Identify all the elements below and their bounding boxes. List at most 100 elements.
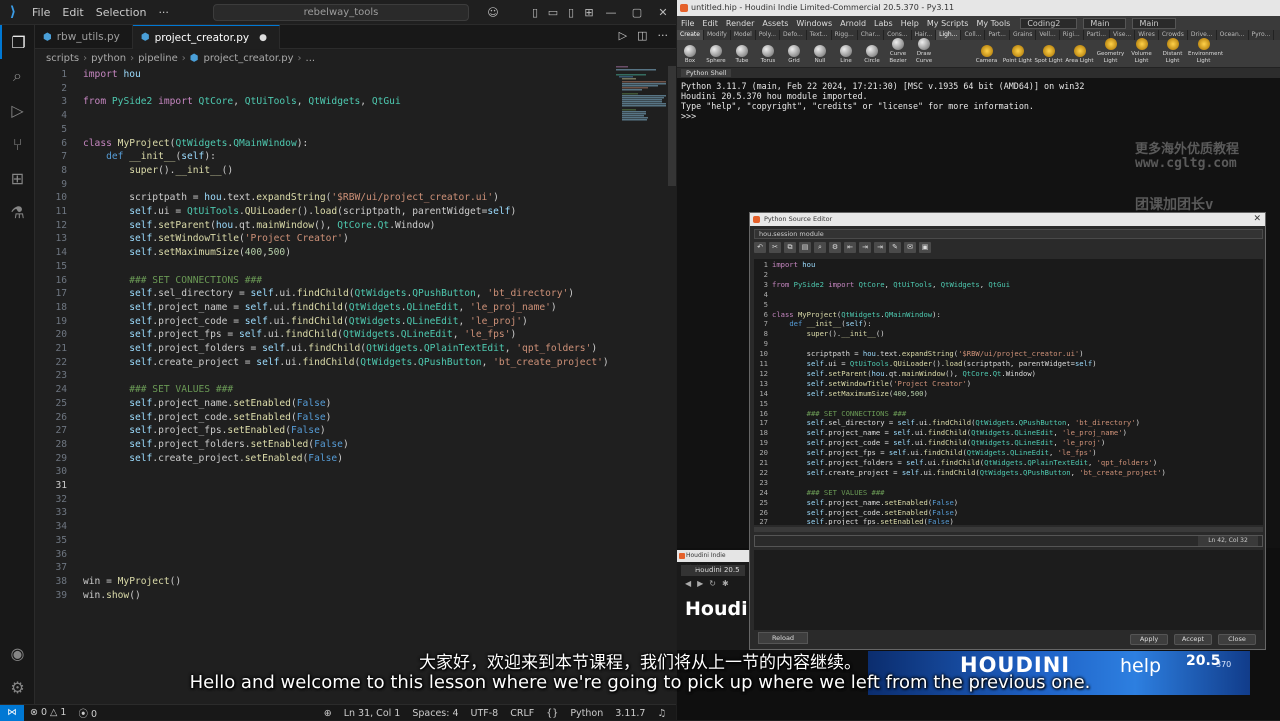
pse-toolbar-icon[interactable]: ⚙ <box>829 242 841 253</box>
code-line[interactable]: self.ui = QtUiTools.QUiLoader().load(scr… <box>83 205 516 219</box>
shelf-tab[interactable]: Text... <box>807 30 832 40</box>
shelf-tool[interactable]: Area Light <box>1064 45 1095 67</box>
shelf-tool[interactable]: Line <box>833 45 859 67</box>
problems-indicator[interactable]: ⊗ 0 △ 1 <box>24 707 72 718</box>
code-line[interactable]: self.setParent(hou.qt.mainWindow(), QtCo… <box>83 219 435 233</box>
more-actions-icon[interactable]: ··· <box>658 29 669 42</box>
shelf-tool[interactable]: Box <box>677 45 703 67</box>
scrollbar-thumb[interactable] <box>668 66 676 186</box>
pse-code-line[interactable]: ### SET VALUES ### <box>772 488 885 498</box>
ports-indicator[interactable]: ⦿ 0 <box>72 706 103 720</box>
code-line[interactable]: self.project_code.setEnabled(False) <box>83 411 331 425</box>
h-menu-labs[interactable]: Labs <box>870 19 897 28</box>
pse-code-line[interactable]: class MyProject(QtWidgets.QMainWindow): <box>772 310 941 320</box>
pse-code-line[interactable]: self.project_code.setEnabled(False) <box>772 508 958 518</box>
pse-code-area[interactable]: 1 import hou 2 3 from PySide2 import QtCore,… <box>754 259 1263 525</box>
module-selector[interactable]: hou.session module <box>754 229 1263 239</box>
code-line[interactable]: self.project_fps = self.ui.findChild(QtW… <box>83 328 516 342</box>
breadcrumb-item[interactable]: ... <box>306 53 316 64</box>
shelf-tool[interactable]: Environment Light <box>1188 38 1223 67</box>
pse-code-line[interactable]: self.create_project = self.ui.findChild(… <box>772 468 1166 478</box>
code-line[interactable]: self.project_name = self.ui.findChild(Qt… <box>83 301 556 315</box>
shelf-tool[interactable]: Spot Light <box>1033 45 1064 67</box>
code-line[interactable]: import hou <box>83 68 141 82</box>
code-line[interactable]: super().__init__() <box>83 164 233 178</box>
notifications-bell-icon[interactable]: ♫ <box>651 708 672 719</box>
pse-code-line[interactable]: self.ui = QtUiTools.QUiLoader().load(scr… <box>772 359 1097 369</box>
pse-toolbar-icon[interactable]: ✎ <box>889 242 901 253</box>
code-line[interactable]: scriptpath = hou.text.expandString('$RBW… <box>83 191 499 205</box>
code-line[interactable]: self.create_project = self.ui.findChild(… <box>83 356 608 370</box>
indentation[interactable]: Spaces: 4 <box>406 708 464 719</box>
breadcrumb-item[interactable]: python <box>91 53 126 64</box>
maximize-icon[interactable]: ▢ <box>624 6 650 19</box>
apply-button[interactable]: Apply <box>1130 634 1168 645</box>
run-debug-icon[interactable]: ▷ <box>0 93 35 127</box>
close-icon[interactable]: ✕ <box>1253 213 1261 226</box>
h-menu-my-tools[interactable]: My Tools <box>972 19 1014 28</box>
code-line[interactable]: class MyProject(QtWidgets.QMainWindow): <box>83 137 308 151</box>
desktop-selector[interactable]: Coding2 <box>1020 17 1078 29</box>
close-button[interactable]: Close <box>1218 634 1256 645</box>
python-version[interactable]: 3.11.7 <box>609 708 651 719</box>
pse-code-line[interactable]: self.project_fps.setEnabled(False) <box>772 517 954 525</box>
pse-code-line[interactable]: self.project_fps = self.ui.findChild(QtW… <box>772 448 1097 458</box>
shelf-tab[interactable]: Part... <box>985 30 1010 40</box>
pse-toolbar-icon[interactable]: ▣ <box>919 242 931 253</box>
breadcrumb-item[interactable]: scripts <box>46 53 79 64</box>
search-icon[interactable]: ⌕ <box>0 59 35 93</box>
shelf-tab[interactable]: Rigg... <box>832 30 858 40</box>
code-line[interactable]: ### SET VALUES ### <box>83 383 233 397</box>
code-line[interactable]: self.project_code = self.ui.findChild(Qt… <box>83 315 528 329</box>
pse-code-line[interactable]: scriptpath = hou.text.expandString('$RBW… <box>772 349 1084 359</box>
shelf-tab[interactable]: Ocean... <box>1217 30 1249 40</box>
pse-code-line[interactable]: self.project_name.setEnabled(False) <box>772 498 958 508</box>
extensions-icon[interactable]: ⊞ <box>0 161 35 195</box>
cursor-position[interactable]: Ln 31, Col 1 <box>338 708 407 719</box>
shelf-tool[interactable]: Point Light <box>1002 45 1033 67</box>
code-line[interactable]: self.project_folders.setEnabled(False) <box>83 438 349 452</box>
menu-selection[interactable]: Selection <box>90 6 153 19</box>
testing-icon[interactable]: ⚗ <box>0 195 35 229</box>
shelf-tool[interactable]: Distant Light <box>1157 38 1188 67</box>
help-nav-icons[interactable]: ◀▶↻✱ <box>685 579 741 588</box>
pse-code-line[interactable]: def __init__(self): <box>772 319 871 329</box>
split-editor-icon[interactable]: ◫ <box>637 29 647 42</box>
shelf-tool[interactable]: Volume Light <box>1126 38 1157 67</box>
h-menu-windows[interactable]: Windows <box>792 19 836 28</box>
shelf-tool[interactable]: Circle <box>859 45 885 67</box>
encoding[interactable]: UTF-8 <box>465 708 505 719</box>
shelf-tool[interactable]: Torus <box>755 45 781 67</box>
shelf-tool[interactable]: Grid <box>781 45 807 67</box>
pse-toolbar-icon[interactable]: ⌕ <box>814 242 826 253</box>
command-center-search[interactable]: rebelway_tools <box>213 4 469 21</box>
language-mode[interactable]: Python <box>564 708 609 719</box>
code-line[interactable]: self.project_folders = self.ui.findChild… <box>83 342 597 356</box>
code-line[interactable]: from PySide2 import QtCore, QtUiTools, Q… <box>83 95 401 109</box>
code-line[interactable]: def __init__(self): <box>83 150 216 164</box>
shelf-tool[interactable]: Tube <box>729 45 755 67</box>
code-line[interactable]: self.create_project.setEnabled(False) <box>83 452 343 466</box>
accept-button[interactable]: Accept <box>1174 634 1212 645</box>
h-menu-help[interactable]: Help <box>897 19 923 28</box>
code-line[interactable]: self.sel_directory = self.ui.findChild(Q… <box>83 287 574 301</box>
shelf-tab[interactable]: Rigi... <box>1060 30 1084 40</box>
layout-secondary-icon[interactable]: ▯ <box>562 6 580 19</box>
code-editor[interactable]: 1 2 3 4 5 6 7 8 9 10 11 12 13 14 15 16 17 18 19 20 21 22 23 24 2… <box>35 66 676 704</box>
shelf-tab[interactable]: Grains <box>1010 30 1037 40</box>
menu-edit[interactable]: Edit <box>56 6 89 19</box>
run-file-icon[interactable]: ▷ <box>619 29 627 42</box>
copilot-icon[interactable]: ☺ <box>484 6 502 19</box>
shelf-tab[interactable]: Coll... <box>961 30 986 40</box>
h-menu-file[interactable]: File <box>677 19 698 28</box>
pse-code-line[interactable]: self.setWindowTitle('Project Creator') <box>772 379 971 389</box>
breadcrumb-item[interactable]: pipeline <box>138 53 178 64</box>
shelf-tab[interactable]: Pyro... <box>1249 30 1275 40</box>
close-icon[interactable]: ✕ <box>650 6 676 19</box>
shelf-tool[interactable]: Camera <box>971 45 1002 67</box>
pse-code-line[interactable]: self.project_code = self.ui.findChild(Qt… <box>772 438 1106 448</box>
shelf-tab[interactable]: Defo... <box>780 30 807 40</box>
pse-toolbar-icon[interactable]: ▤ <box>799 242 811 253</box>
layout-custom-icon[interactable]: ⊞ <box>580 6 598 19</box>
pse-code-line[interactable]: self.project_folders = self.ui.findChild… <box>772 458 1158 468</box>
